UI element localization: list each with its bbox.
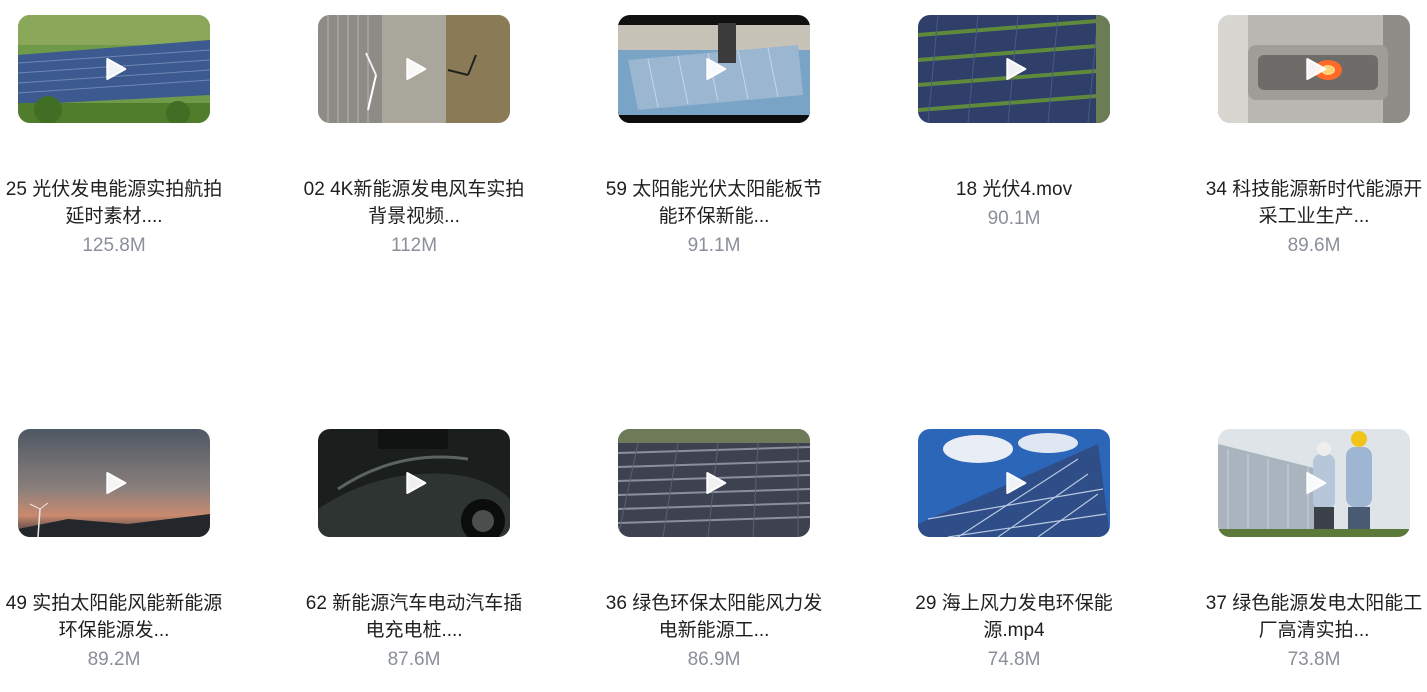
file-card[interactable]: 37 绿色能源发电太阳能工厂高清实拍... 73.8M bbox=[1199, 429, 1427, 672]
file-card[interactable]: 34 科技能源新时代能源开采工业生产... 89.6M bbox=[1199, 15, 1427, 258]
file-name: 02 4K新能源发电风车实拍背景视频... bbox=[303, 179, 525, 227]
play-icon bbox=[706, 58, 727, 80]
video-thumbnail[interactable] bbox=[318, 15, 510, 123]
play-icon bbox=[406, 58, 427, 80]
play-icon bbox=[406, 472, 427, 494]
video-thumbnail[interactable] bbox=[18, 429, 210, 537]
file-name: 36 绿色环保太阳能风力发电新能源工... bbox=[605, 593, 823, 641]
file-size: 89.6M bbox=[1287, 235, 1341, 256]
video-thumbnail[interactable] bbox=[918, 429, 1110, 537]
video-thumbnail[interactable] bbox=[1218, 15, 1410, 123]
file-card[interactable]: 62 新能源汽车电动汽车插电充电桩.... 87.6M bbox=[299, 429, 529, 672]
file-size: 86.9M bbox=[687, 649, 741, 670]
file-card[interactable]: 02 4K新能源发电风车实拍背景视频... 112M bbox=[299, 15, 529, 258]
file-size: 73.8M bbox=[1287, 649, 1341, 670]
file-name: 34 科技能源新时代能源开采工业生产... bbox=[1205, 179, 1423, 227]
file-card[interactable]: 25 光伏发电能源实拍航拍延时素材.... 125.8M bbox=[0, 15, 229, 258]
play-icon bbox=[106, 472, 127, 494]
file-card[interactable]: 29 海上风力发电环保能源.mp4 74.8M bbox=[899, 429, 1129, 672]
video-thumbnail[interactable] bbox=[1218, 429, 1410, 537]
file-name: 62 新能源汽车电动汽车插电充电桩.... bbox=[305, 593, 523, 641]
video-thumbnail[interactable] bbox=[18, 15, 210, 123]
play-icon bbox=[1306, 472, 1327, 494]
file-name: 18 光伏4.mov bbox=[955, 179, 1073, 200]
video-thumbnail[interactable] bbox=[318, 429, 510, 537]
file-size: 91.1M bbox=[687, 235, 741, 256]
file-name: 29 海上风力发电环保能源.mp4 bbox=[915, 593, 1113, 641]
video-thumbnail[interactable] bbox=[618, 429, 810, 537]
play-icon bbox=[1006, 58, 1027, 80]
file-card[interactable]: 36 绿色环保太阳能风力发电新能源工... 86.9M bbox=[599, 429, 829, 672]
play-icon bbox=[1306, 58, 1327, 80]
file-name: 37 绿色能源发电太阳能工厂高清实拍... bbox=[1205, 593, 1423, 641]
file-name: 25 光伏发电能源实拍航拍延时素材.... bbox=[5, 179, 223, 227]
file-size: 74.8M bbox=[987, 649, 1041, 670]
file-size: 89.2M bbox=[87, 649, 141, 670]
file-size: 112M bbox=[390, 235, 438, 256]
file-grid: 25 光伏发电能源实拍航拍延时素材.... 125.8M 02 4K新能源发电风… bbox=[0, 0, 1427, 692]
file-name: 59 太阳能光伏太阳能板节能环保新能... bbox=[605, 179, 823, 227]
video-thumbnail[interactable] bbox=[918, 15, 1110, 123]
file-size: 90.1M bbox=[987, 208, 1041, 229]
file-card[interactable]: 18 光伏4.mov 90.1M bbox=[899, 15, 1129, 231]
file-card[interactable]: 49 实拍太阳能风能新能源环保能源发... 89.2M bbox=[0, 429, 229, 672]
file-name: 49 实拍太阳能风能新能源环保能源发... bbox=[5, 593, 223, 641]
video-thumbnail[interactable] bbox=[618, 15, 810, 123]
file-size: 125.8M bbox=[82, 235, 146, 256]
play-icon bbox=[1006, 472, 1027, 494]
file-card[interactable]: 59 太阳能光伏太阳能板节能环保新能... 91.1M bbox=[599, 15, 829, 258]
file-size: 87.6M bbox=[387, 649, 441, 670]
play-icon bbox=[706, 472, 727, 494]
play-icon bbox=[106, 58, 127, 80]
